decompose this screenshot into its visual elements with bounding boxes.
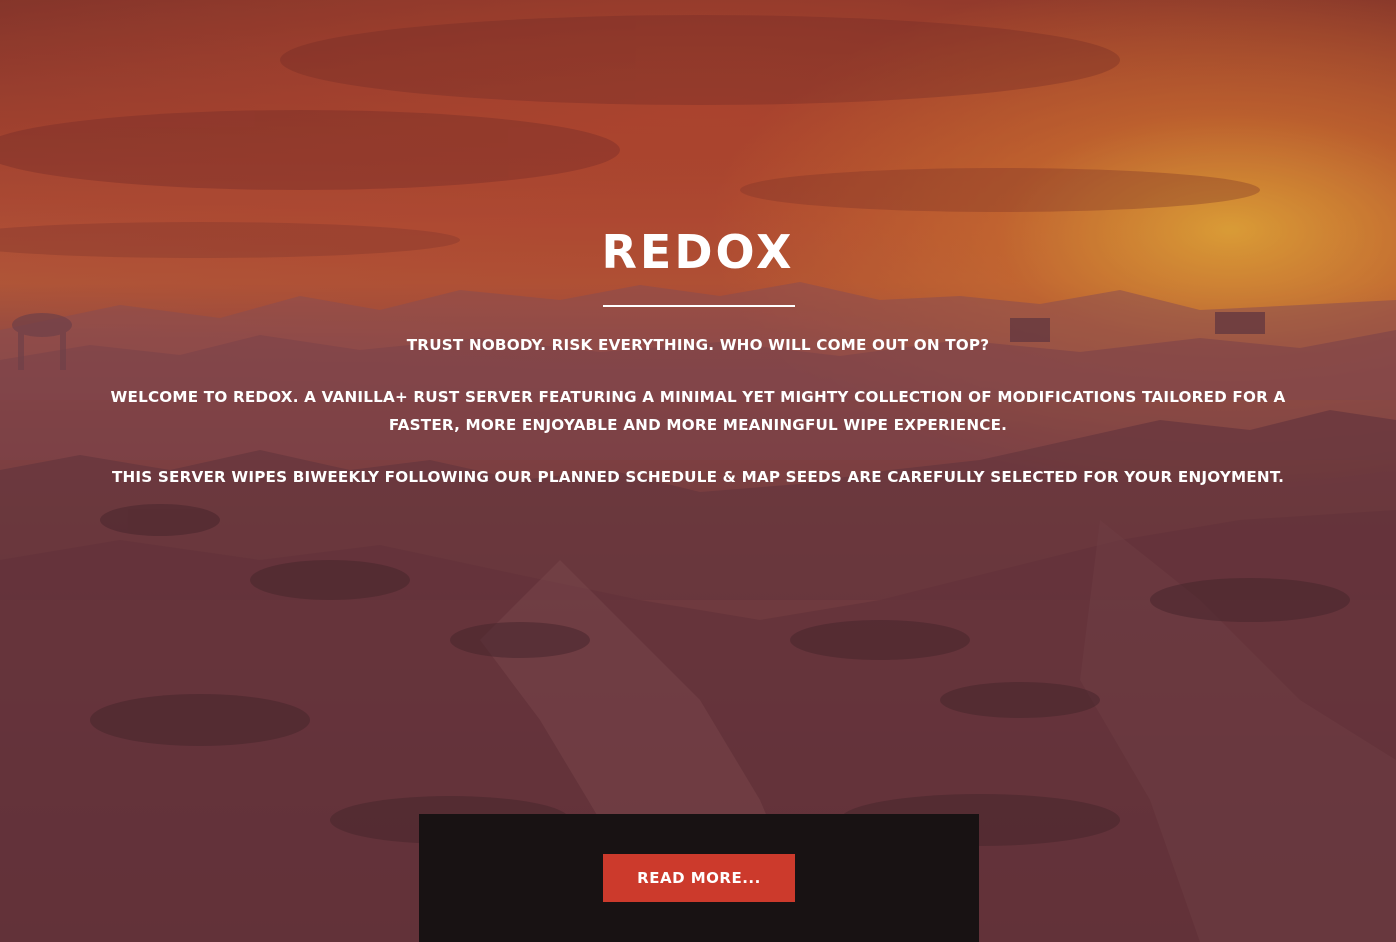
cta-panel: READ MORE... (419, 814, 979, 942)
intro-paragraph: WELCOME TO REDOX. A VANILLA+ RUST SERVER… (110, 388, 1286, 434)
page-title: REDOX (601, 225, 795, 279)
wipe-schedule-paragraph: THIS SERVER WIPES BIWEEKLY FOLLOWING OUR… (111, 468, 1285, 486)
read-more-button[interactable]: READ MORE... (603, 854, 795, 902)
tagline: TRUST NOBODY. RISK EVERYTHING. WHO WILL … (406, 336, 990, 354)
title-divider (603, 305, 795, 307)
